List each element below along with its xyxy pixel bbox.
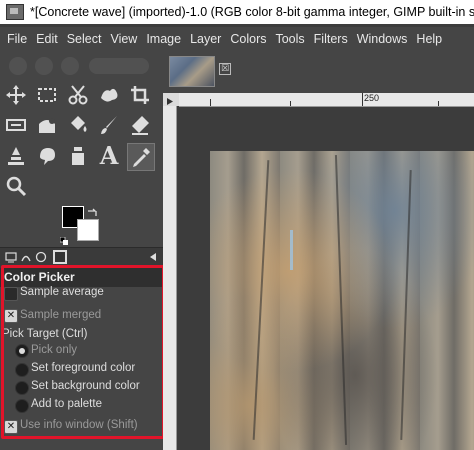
add-to-palette-label: Add to palette	[31, 398, 102, 410]
menu-bar: File Edit Select View Image Layer Colors…	[0, 27, 474, 51]
use-info-window-label: Use info window (Shift)	[20, 419, 138, 431]
use-info-window-checkbox[interactable]: ✕	[4, 420, 18, 434]
foreground-select-icon[interactable]	[96, 82, 122, 108]
text-tool-icon[interactable]: A	[96, 143, 122, 169]
set-background-label: Set background color	[31, 380, 140, 392]
menu-file[interactable]: File	[7, 32, 27, 46]
menu-edit[interactable]: Edit	[36, 32, 58, 46]
pick-only-label: Pick only	[31, 344, 78, 356]
close-image-icon[interactable]: ☒	[219, 63, 231, 75]
crop-icon[interactable]	[127, 82, 153, 108]
clone-stamp-icon[interactable]	[3, 143, 29, 169]
ruler-tick	[290, 101, 291, 106]
set-foreground-radio[interactable]	[15, 363, 29, 377]
menu-image[interactable]: Image	[146, 32, 181, 46]
configure-tab-icon[interactable]	[148, 251, 160, 263]
move-tool-icon[interactable]	[3, 82, 29, 108]
window-title: *[Concrete wave] (imported)-1.0 (RGB col…	[30, 5, 474, 19]
paintbrush-icon[interactable]	[96, 112, 122, 138]
vertical-ruler[interactable]	[163, 106, 177, 450]
images-tab-icon[interactable]	[53, 250, 67, 264]
toolbox-banner	[4, 55, 159, 77]
color-picker-panel-title: Color Picker	[0, 268, 163, 287]
ruler-label-250: 250	[364, 93, 380, 103]
eraser-icon[interactable]	[127, 112, 153, 138]
set-background-radio[interactable]	[15, 381, 29, 395]
set-foreground-label: Set foreground color	[31, 362, 136, 374]
menu-select[interactable]: Select	[67, 32, 102, 46]
rect-select-icon[interactable]	[34, 82, 60, 108]
title-bar: *[Concrete wave] (imported)-1.0 (RGB col…	[0, 0, 474, 24]
swap-colors-icon[interactable]	[87, 203, 97, 216]
smudge-icon[interactable]	[34, 143, 60, 169]
image-thumbnail[interactable]	[169, 56, 215, 87]
dock-tabs	[0, 247, 163, 269]
zoom-icon[interactable]	[3, 173, 29, 199]
ruler-corner[interactable]	[163, 93, 179, 106]
ruler-tick	[438, 101, 439, 106]
tool-options-tab-icon[interactable]	[5, 251, 17, 263]
menu-layer[interactable]: Layer	[190, 32, 221, 46]
menu-windows[interactable]: Windows	[357, 32, 408, 46]
background-color-swatch[interactable]	[77, 219, 99, 241]
add-to-palette-radio[interactable]	[15, 399, 29, 413]
bucket-fill-icon[interactable]	[65, 112, 91, 138]
sample-average-checkbox[interactable]	[4, 287, 18, 301]
heal-icon[interactable]	[65, 143, 91, 169]
undo-history-tab-icon[interactable]	[35, 251, 47, 263]
menu-view[interactable]: View	[110, 32, 137, 46]
pick-only-radio[interactable]	[15, 344, 29, 358]
gimp-app-icon	[6, 4, 24, 20]
default-colors-icon[interactable]	[59, 230, 68, 245]
warp-transform-icon[interactable]	[34, 112, 60, 138]
sample-merged-label: Sample merged	[20, 309, 102, 321]
menu-filters[interactable]: Filters	[314, 32, 348, 46]
ruler-tick	[210, 99, 211, 106]
ruler-tick	[362, 93, 363, 106]
scissors-select-icon[interactable]	[65, 82, 91, 108]
unified-transform-icon[interactable]	[3, 112, 29, 138]
pick-target-label: Pick Target (Ctrl)	[2, 328, 88, 340]
color-picker-tool-icon[interactable]	[127, 143, 155, 171]
menu-colors[interactable]: Colors	[230, 32, 266, 46]
menu-tools[interactable]: Tools	[275, 32, 304, 46]
sample-average-label: Sample average	[20, 286, 104, 298]
horizontal-ruler[interactable]	[179, 93, 474, 107]
menu-help[interactable]: Help	[416, 32, 442, 46]
image-highlight	[290, 230, 293, 270]
device-status-tab-icon[interactable]	[20, 251, 32, 263]
sample-merged-checkbox[interactable]: ✕	[4, 309, 18, 323]
